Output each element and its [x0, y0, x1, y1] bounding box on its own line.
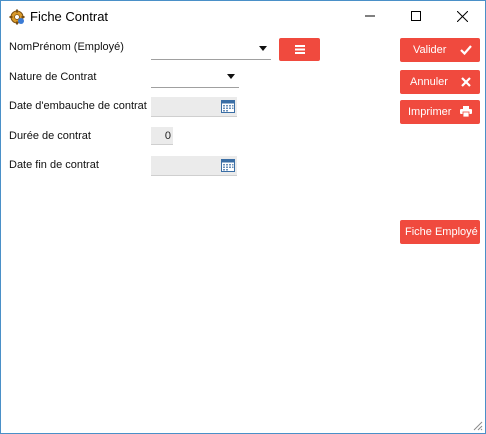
resize-grip-icon[interactable] [471, 419, 483, 431]
window-title: Fiche Contrat [30, 9, 109, 24]
printer-icon [460, 106, 472, 117]
maximize-button[interactable] [393, 1, 439, 31]
employee-combo[interactable] [151, 39, 271, 60]
calendar-icon[interactable] [221, 99, 235, 113]
minimize-icon [365, 15, 375, 17]
end-date-field[interactable] [151, 156, 237, 176]
hire-date-label: Date d'embauche de contrat [9, 100, 147, 112]
duration-label: Durée de contrat [9, 130, 91, 142]
hire-date-field[interactable] [151, 97, 237, 117]
duration-input[interactable]: 0 [151, 127, 173, 145]
imprimer-button[interactable]: Imprimer [400, 100, 480, 124]
title-bar[interactable]: Fiche Contrat [1, 1, 485, 31]
chevron-down-icon [227, 74, 235, 79]
end-date-label: Date fin de contrat [9, 159, 99, 171]
nature-combo[interactable] [151, 67, 239, 88]
fiche-employe-button[interactable]: Fiche Employé [400, 220, 480, 244]
close-icon [456, 10, 468, 22]
chevron-down-icon [259, 46, 267, 51]
calendar-icon[interactable] [221, 158, 235, 172]
valider-button[interactable]: Valider [400, 38, 480, 62]
annuler-button[interactable]: Annuler [400, 70, 480, 94]
main-window: Fiche Contrat NomPrénom (Employé) Nature… [0, 0, 486, 434]
nature-label: Nature de Contrat [9, 71, 97, 83]
list-icon [295, 45, 305, 54]
app-gear-icon [9, 9, 25, 25]
maximize-icon [411, 11, 421, 21]
close-button[interactable] [439, 1, 485, 31]
close-icon [461, 77, 471, 87]
minimize-button[interactable] [347, 1, 393, 31]
fiche-employe-label: Fiche Employé [405, 226, 478, 238]
employee-label: NomPrénom (Employé) [9, 41, 124, 53]
check-icon [460, 45, 472, 55]
employee-list-button[interactable] [279, 38, 320, 61]
